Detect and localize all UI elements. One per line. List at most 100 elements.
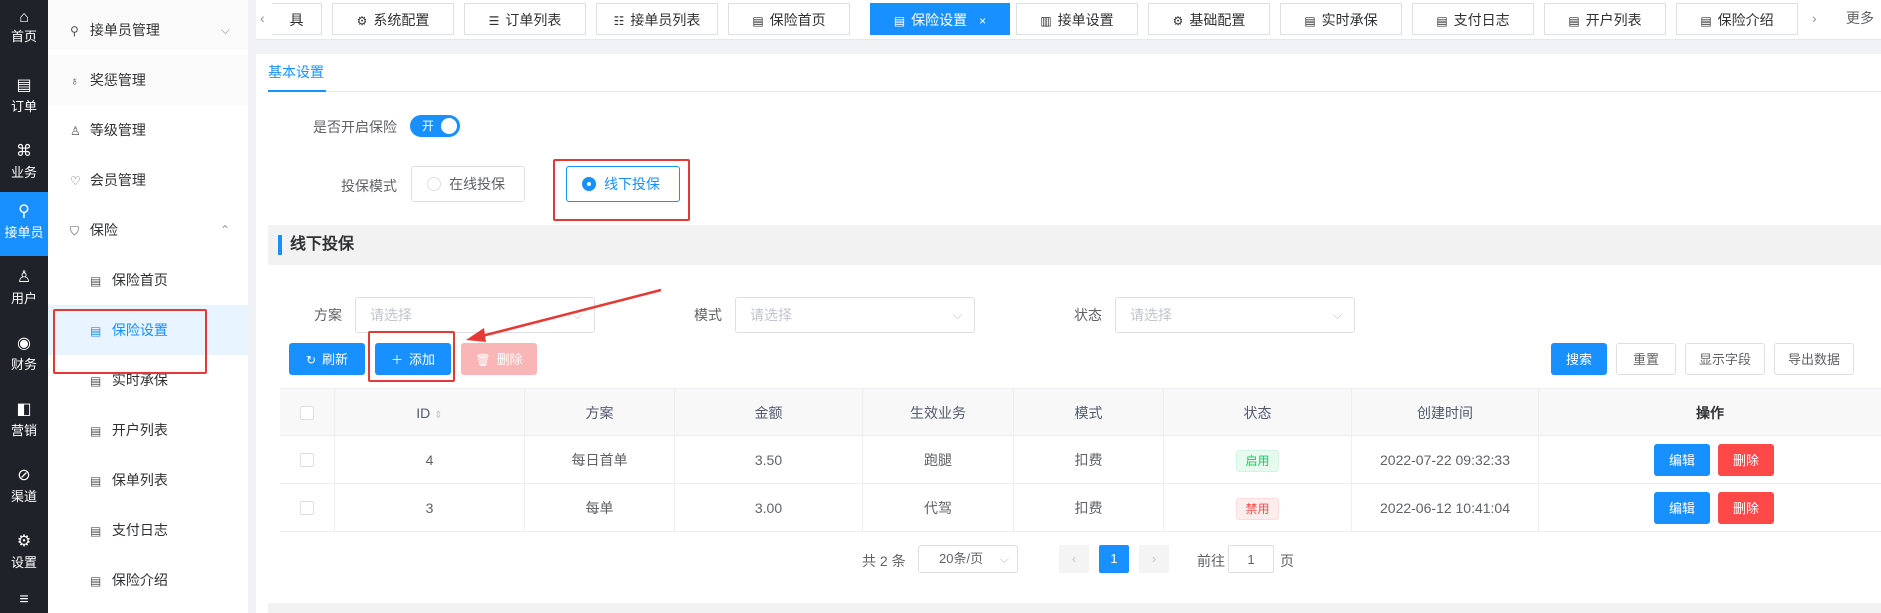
row-delete-button[interactable]: 删除 xyxy=(1718,492,1774,524)
tab-payment-log[interactable]: ▤ 支付日志 xyxy=(1412,3,1534,35)
cell-mode: 扣费 xyxy=(1014,484,1164,532)
column-header: 创建时间 xyxy=(1352,389,1539,437)
rail-item-finance[interactable]: ◉ 财务 xyxy=(0,324,48,388)
tab-insurance-intro[interactable]: ▤ 保险介绍 xyxy=(1676,3,1798,35)
tab-system-config[interactable]: ⚙ 系统配置 xyxy=(332,3,454,35)
tabs-prev-icon[interactable]: ‹ xyxy=(260,0,265,40)
checkbox[interactable] xyxy=(300,406,314,420)
sidebar-subitem-payment-log[interactable]: ▤ 支付日志 xyxy=(48,505,248,555)
column-header[interactable]: ID ⇕ xyxy=(335,389,525,437)
checkbox[interactable] xyxy=(300,501,314,515)
header-select-all[interactable] xyxy=(280,389,335,437)
chevron-down-icon: ⌵ xyxy=(952,308,962,322)
tab-basic-config[interactable]: ⚙ 基础配置 xyxy=(1148,3,1270,35)
tab-label: 支付日志 xyxy=(1453,12,1510,28)
edit-button[interactable]: 编辑 xyxy=(1654,444,1710,476)
tab-label: 保险介绍 xyxy=(1717,12,1774,28)
trash-icon: 🗑 xyxy=(475,353,491,367)
column-label: 模式 xyxy=(1074,405,1103,421)
column-header: 模式 xyxy=(1014,389,1164,437)
rail-item-channel[interactable]: ⊘ 渠道 xyxy=(0,456,48,520)
section-accent xyxy=(278,235,282,255)
rail-item-home[interactable]: ⌂ 首页 xyxy=(0,0,48,64)
rail-item-riders[interactable]: ⚲ 接单员 xyxy=(0,192,48,256)
refresh-button[interactable]: ↻ 刷新 xyxy=(289,343,365,375)
page-number-current[interactable]: 1 xyxy=(1099,545,1129,573)
plan-select[interactable]: 请选择 ⌵ xyxy=(355,297,595,333)
tab-realtime-underwriting[interactable]: ▤ 实时承保 xyxy=(1280,3,1402,35)
chevron-up-icon[interactable]: ⌃ xyxy=(220,205,230,255)
tab-order-list[interactable]: ☰ 订单列表 xyxy=(464,3,586,35)
sort-icon[interactable]: ⇕ xyxy=(434,410,442,421)
sidebar-item-rider-management[interactable]: ⚲ 接单员管理 ⌵ xyxy=(48,5,248,55)
close-icon[interactable]: × xyxy=(979,14,986,28)
annotation-highlight-box xyxy=(53,309,207,374)
select-placeholder: 请选择 xyxy=(370,307,412,323)
subtab-active-indicator xyxy=(268,90,326,92)
export-button[interactable]: 导出数据 xyxy=(1774,343,1854,375)
page-size-select[interactable]: 20条/页 ⌵ xyxy=(918,545,1018,573)
document-icon: ▤ xyxy=(1436,14,1448,28)
button-label: 导出数据 xyxy=(1787,352,1840,367)
rail-item-label: 订单 xyxy=(10,99,37,114)
tab-insurance-home[interactable]: ▤ 保险首页 xyxy=(728,3,850,35)
status-filter-label: 状态 xyxy=(1074,307,1102,323)
sidebar-item-insurance[interactable]: ⛉ 保险 ⌃ xyxy=(48,205,248,255)
mode-select[interactable]: 请选择 ⌵ xyxy=(735,297,975,333)
goto-page-input[interactable]: 1 xyxy=(1228,545,1274,573)
chevron-down-icon[interactable]: ⌵ xyxy=(221,5,230,55)
reset-button[interactable]: 重置 xyxy=(1616,343,1676,375)
select-placeholder: 请选择 xyxy=(750,307,792,323)
button-label: 搜索 xyxy=(1565,352,1592,367)
column-label: ID xyxy=(416,405,431,421)
sidebar-item-levels[interactable]: ♙ 等级管理 xyxy=(48,105,248,155)
sidebar-subitem-account-list[interactable]: ▤ 开户列表 xyxy=(48,405,248,455)
tab-label: 接单员列表 xyxy=(630,12,701,28)
business-icon: ⌘ xyxy=(16,143,32,160)
column-label: 状态 xyxy=(1243,405,1272,421)
cell-status: 禁用 xyxy=(1164,484,1352,532)
sidebar-subitem-policy-list[interactable]: ▤ 保单列表 xyxy=(48,455,248,505)
status-badge: 禁用 xyxy=(1236,498,1279,520)
tab-label: 开户列表 xyxy=(1585,12,1642,28)
enable-insurance-switch[interactable]: 开 xyxy=(410,115,460,137)
search-button[interactable]: 搜索 xyxy=(1551,343,1607,375)
tab-account-list[interactable]: ▤ 开户列表 xyxy=(1544,3,1666,35)
row-select[interactable] xyxy=(280,484,335,532)
rail-item-users[interactable]: ♙ 用户 xyxy=(0,258,48,322)
sidebar-subitem-insurance-intro[interactable]: ▤ 保险介绍 xyxy=(48,555,248,605)
rail-item-settings[interactable]: ⚙ 设置 xyxy=(0,522,48,586)
app-root: ⌂ 首页 ▤ 订单 ⌘ 业务 ⚲ 接单员 ♙ 用户 ◉ 财务 ◧ 营销 ⊘ 渠道 xyxy=(0,0,1881,613)
tabs-more-button[interactable]: 更多 xyxy=(1846,0,1874,40)
tabs-next-icon[interactable]: › xyxy=(1812,0,1817,40)
sidebar-subitem-insurance-home[interactable]: ▤ 保险首页 xyxy=(48,255,248,305)
rail-item-business[interactable]: ⌘ 业务 xyxy=(0,132,48,196)
tab-partial[interactable]: 具 xyxy=(272,3,322,35)
column-header: 操作 xyxy=(1539,389,1881,437)
row-select[interactable] xyxy=(280,436,335,484)
row-delete-button[interactable]: 删除 xyxy=(1718,444,1774,476)
chevron-down-icon: ⌵ xyxy=(572,308,582,322)
checkbox[interactable] xyxy=(300,453,314,467)
rail-item-marketing[interactable]: ◧ 营销 xyxy=(0,390,48,454)
rail-item-more[interactable]: ≡ xyxy=(0,584,48,613)
sidebar-item-members[interactable]: ♡ 会员管理 xyxy=(48,155,248,205)
tab-order-settings[interactable]: ▥ 接单设置 xyxy=(1016,3,1138,35)
enable-insurance-label: 是否开启保险 xyxy=(313,119,397,135)
next-page-button[interactable]: › xyxy=(1139,545,1169,573)
mode-online-radio[interactable]: 在线投保 xyxy=(411,166,525,202)
sidebar-item-rewards[interactable]: ♁ 奖惩管理 xyxy=(48,55,248,105)
cell-actions: 编辑 删除 xyxy=(1539,436,1881,484)
edit-button[interactable]: 编辑 xyxy=(1654,492,1710,524)
status-select[interactable]: 请选择 ⌵ xyxy=(1115,297,1355,333)
tab-basic-settings[interactable]: 基本设置 xyxy=(268,62,324,82)
radio-circle xyxy=(427,177,441,191)
tab-insurance-settings[interactable]: ▤ 保险设置 × xyxy=(870,3,1010,35)
show-fields-button[interactable]: 显示字段 xyxy=(1685,343,1765,375)
rail-item-orders[interactable]: ▤ 订单 xyxy=(0,66,48,130)
radio-label: 在线投保 xyxy=(449,176,505,192)
document-icon: ▤ xyxy=(1700,14,1712,28)
tab-rider-list[interactable]: ☷ 接单员列表 xyxy=(596,3,718,35)
prev-page-button[interactable]: ‹ xyxy=(1059,545,1089,573)
button-label: 删除 xyxy=(496,352,523,367)
